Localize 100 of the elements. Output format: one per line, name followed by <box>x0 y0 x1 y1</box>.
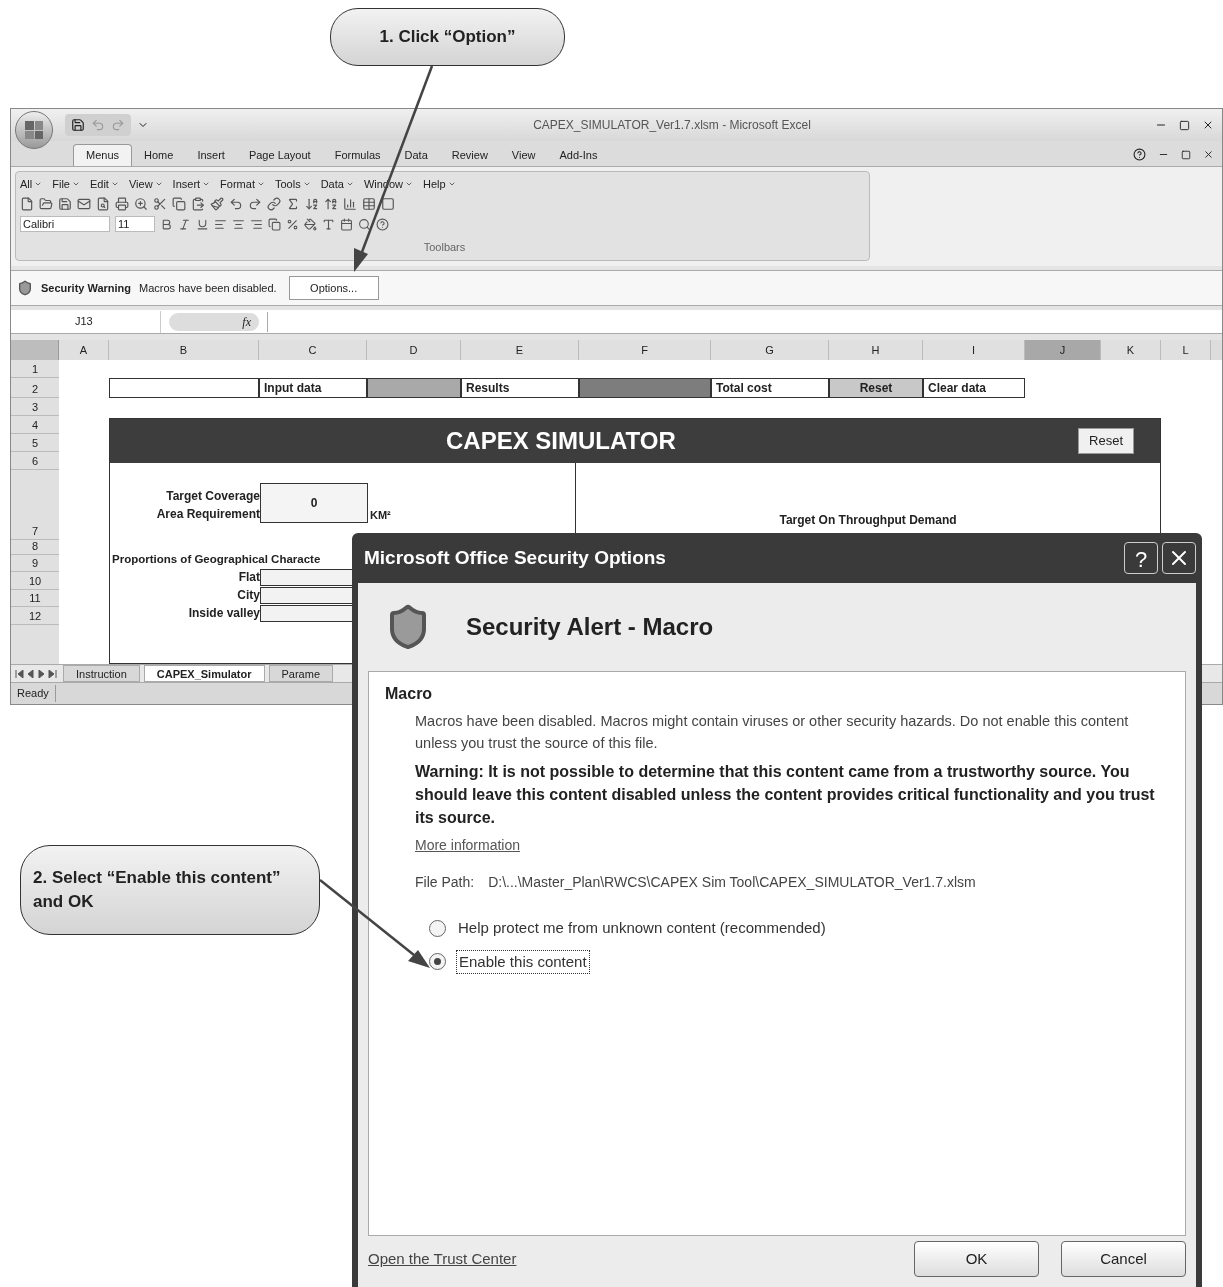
ribbon-tab[interactable]: View <box>499 144 548 166</box>
search-icon[interactable] <box>358 217 371 231</box>
sigma-icon[interactable] <box>286 197 300 211</box>
menu-item[interactable]: Insert <box>172 175 211 193</box>
save-icon[interactable] <box>58 197 72 211</box>
row-header[interactable]: 2 <box>11 378 59 398</box>
redo-icon[interactable] <box>248 197 262 211</box>
column-header[interactable]: K <box>1101 340 1161 360</box>
font-size-field[interactable]: 11 <box>115 216 155 232</box>
font-color-icon[interactable] <box>322 217 335 231</box>
column-header[interactable]: B <box>109 340 259 360</box>
new-file-icon[interactable] <box>20 197 34 211</box>
column-header[interactable]: C <box>259 340 367 360</box>
ribbon-tab[interactable]: Data <box>392 144 440 166</box>
close-button[interactable] <box>1162 542 1196 574</box>
option-label[interactable]: Help protect me from unknown content (recommended) <box>456 917 828 940</box>
coverage-input[interactable]: 0 <box>260 483 368 523</box>
mail-icon[interactable] <box>77 197 91 211</box>
ribbon-tab[interactable]: Home <box>132 144 186 166</box>
ribbon-tab[interactable]: Formulas <box>322 144 393 166</box>
folder-icon[interactable] <box>39 197 53 211</box>
link-icon[interactable] <box>267 197 281 211</box>
row-header[interactable]: 3 <box>11 398 59 416</box>
italic-icon[interactable] <box>178 217 191 231</box>
percent-icon[interactable] <box>286 217 299 231</box>
more-info-link[interactable]: More information <box>415 835 521 856</box>
column-header[interactable]: E <box>461 340 579 360</box>
menu-item[interactable]: Data <box>320 175 354 193</box>
row-header[interactable]: 12 <box>11 607 59 625</box>
ribbon-tab[interactable]: Page Layout <box>236 144 323 166</box>
paste-icon[interactable] <box>191 197 205 211</box>
column-header[interactable]: F <box>579 340 711 360</box>
menu-item[interactable]: Edit <box>89 175 119 193</box>
row-header[interactable]: 5 <box>11 434 59 452</box>
row-header[interactable]: 4 <box>11 416 59 434</box>
underline-icon[interactable] <box>196 217 209 231</box>
dialog-button[interactable]: Cancel <box>1061 1241 1186 1277</box>
maximize-icon[interactable] <box>1179 119 1190 131</box>
row-header[interactable]: 1 <box>11 360 59 378</box>
undo-icon[interactable] <box>229 197 243 211</box>
ribbon-tab[interactable]: Add-Ins <box>547 144 610 166</box>
table-icon[interactable] <box>362 197 376 211</box>
align-left-icon[interactable] <box>214 217 227 231</box>
dialog-button[interactable]: OK <box>914 1241 1039 1277</box>
align-center-icon[interactable] <box>232 217 245 231</box>
menu-item[interactable]: Format <box>220 175 265 193</box>
cut-icon[interactable] <box>153 197 167 211</box>
menu-item[interactable]: All <box>20 175 43 193</box>
row-header[interactable]: 6 <box>11 452 59 470</box>
menu-item[interactable]: View <box>128 175 163 193</box>
help-icon[interactable] <box>376 217 389 231</box>
close-icon[interactable] <box>1202 119 1214 131</box>
brush-icon[interactable] <box>210 197 224 211</box>
copy-icon[interactable] <box>172 197 186 211</box>
sort-descending-icon[interactable] <box>324 197 338 211</box>
sheet-tab[interactable]: CAPEX_Simulator <box>143 665 265 682</box>
options-button[interactable]: Options... <box>288 276 379 300</box>
scrollbar[interactable] <box>1211 340 1222 360</box>
close-icon[interactable] <box>1203 149 1214 160</box>
menu-item[interactable]: File <box>52 175 80 193</box>
help-button[interactable]: ? <box>1124 542 1158 574</box>
printer-icon[interactable] <box>115 197 129 211</box>
column-header[interactable]: J <box>1025 340 1101 360</box>
menu-item[interactable]: Help <box>423 175 456 193</box>
column-header[interactable]: L <box>1161 340 1211 360</box>
restore-icon[interactable] <box>1181 149 1191 160</box>
row-header[interactable]: 10 <box>11 572 59 590</box>
radio-button[interactable] <box>429 919 446 937</box>
ribbon-tab[interactable]: Review <box>439 144 500 166</box>
column-header[interactable]: I <box>923 340 1025 360</box>
fill-icon[interactable] <box>304 217 317 231</box>
row-header[interactable]: 9 <box>11 555 59 572</box>
sort-ascending-icon[interactable] <box>305 197 319 211</box>
column-header[interactable]: G <box>711 340 829 360</box>
chart-icon[interactable] <box>343 197 357 211</box>
row-header[interactable]: 7 <box>11 470 59 540</box>
ribbon-tab[interactable]: Insert <box>185 144 237 166</box>
align-right-icon[interactable] <box>250 217 263 231</box>
office-button[interactable] <box>15 111 53 149</box>
column-header[interactable]: D <box>367 340 461 360</box>
row-header[interactable]: 8 <box>11 540 59 555</box>
trust-center-link[interactable]: Open the Trust Center <box>368 1247 517 1271</box>
help-icon[interactable] <box>1133 148 1146 161</box>
option-label[interactable]: Enable this content <box>456 949 590 974</box>
zoom-icon[interactable] <box>134 197 148 211</box>
sheet-nav-icon[interactable] <box>15 669 59 678</box>
save-icon[interactable] <box>71 118 85 132</box>
menu-item[interactable]: Tools <box>274 175 311 193</box>
ribbon-tab[interactable]: Menus <box>73 144 133 166</box>
formula-button[interactable]: fx <box>169 312 259 331</box>
sheet-tab[interactable]: Parame <box>268 665 334 682</box>
reset-cell-button[interactable]: Reset <box>829 378 923 398</box>
column-header[interactable]: H <box>829 340 923 360</box>
file-search-icon[interactable] <box>96 197 110 211</box>
name-box[interactable]: J13 <box>11 310 161 333</box>
column-header[interactable]: A <box>59 340 109 360</box>
row-header[interactable]: 11 <box>11 590 59 607</box>
reset-button[interactable]: Reset <box>1078 428 1134 454</box>
bold-icon[interactable] <box>160 217 173 231</box>
frame-icon[interactable] <box>381 197 395 211</box>
